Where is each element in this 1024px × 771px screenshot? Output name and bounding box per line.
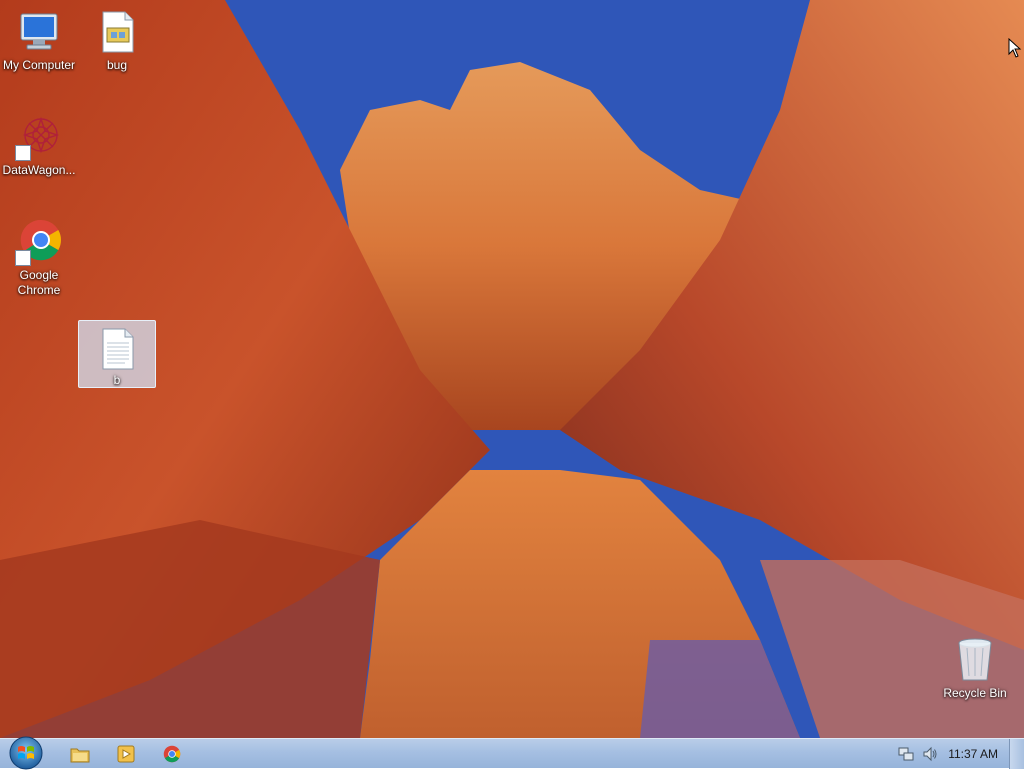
network-icon[interactable] [898, 746, 914, 762]
desktop-icon-label: Google Chrome [17, 268, 61, 297]
datawagon-icon [15, 113, 63, 161]
desktop[interactable]: My Computer bug DataWagon... Google Chro… [0, 0, 1024, 738]
desktop-icon-my-computer[interactable]: My Computer [0, 8, 78, 73]
desktop-icon-label: b [113, 373, 121, 387]
batch-file-icon [93, 8, 141, 56]
speaker-icon[interactable] [922, 746, 938, 762]
computer-icon [15, 8, 63, 56]
chrome-icon [163, 745, 181, 763]
desktop-icon-recycle-bin[interactable]: Recycle Bin [936, 636, 1014, 701]
windows-explorer-icon [70, 748, 90, 763]
mouse-cursor-icon [1008, 38, 1022, 58]
media-player-icon [117, 745, 135, 763]
shortcut-arrow-icon [15, 145, 31, 161]
taskbar-chrome-button[interactable] [152, 741, 192, 767]
desktop-icon-datawagon[interactable]: DataWagon... [0, 113, 78, 178]
desktop-icon-label: bug [106, 58, 128, 72]
taskbar-clock[interactable]: 11:37 AM [948, 739, 998, 769]
taskbar-media-player-button[interactable] [106, 741, 146, 767]
taskbar: 11:37 AM [0, 735, 1024, 771]
desktop-icon-label: Recycle Bin [943, 686, 1007, 700]
shortcut-arrow-icon [15, 250, 31, 266]
desktop-icon-google-chrome[interactable]: Google Chrome [0, 218, 78, 298]
desktop-icon-label: My Computer [2, 58, 76, 72]
windows-logo-icon [9, 736, 43, 770]
recycle-bin-icon [951, 636, 999, 684]
chrome-icon [15, 218, 63, 266]
start-button[interactable] [6, 735, 46, 771]
desktop-icon-bug[interactable]: bug [78, 8, 156, 73]
desktop-icon-label: DataWagon... [2, 163, 76, 177]
desktop-icon-b[interactable]: b [78, 320, 156, 388]
taskbar-windows-explorer-button[interactable] [60, 741, 100, 767]
text-file-icon [97, 327, 137, 371]
show-desktop-button[interactable] [1009, 739, 1024, 769]
